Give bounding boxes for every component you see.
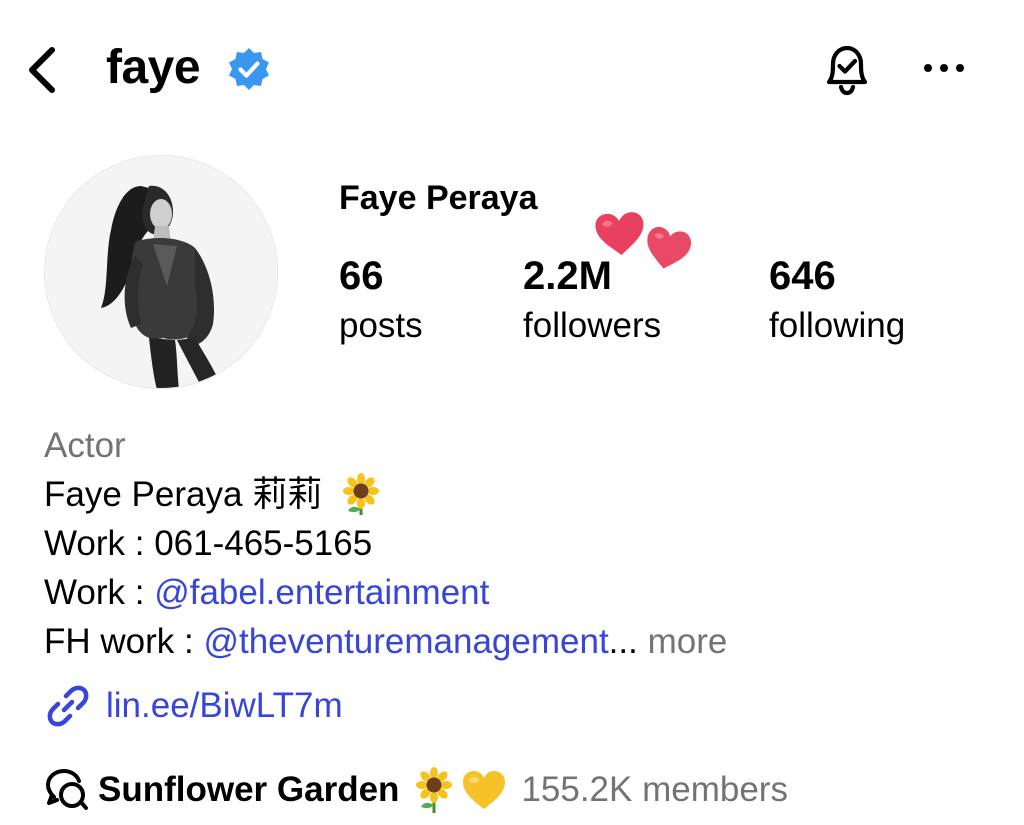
back-button[interactable] — [20, 38, 66, 98]
bio-fh-work-prefix: FH work : — [44, 622, 204, 661]
mention-fabel-entertainment[interactable]: @fabel.entertainment — [154, 573, 489, 612]
following-count-label: following — [769, 306, 906, 345]
bio-link[interactable]: lin.ee/BiwLT7m — [44, 680, 343, 732]
bio-more-button[interactable]: more — [638, 622, 728, 661]
channel-members-count: 155.2K members — [521, 770, 788, 809]
bio-link-text[interactable]: lin.ee/BiwLT7m — [106, 686, 343, 726]
bio-line-phone: Work : 061-465-5165 — [44, 524, 373, 563]
bio-ellipsis: ... — [608, 622, 638, 661]
sunflower-icon — [342, 472, 379, 515]
hearts-sticker-icon — [590, 205, 700, 277]
mention-theventuremanagement[interactable]: @theventuremanagement — [203, 622, 608, 661]
posts-count-value: 66 — [339, 254, 384, 298]
bio-line-fh-work: FH work : @theventuremanagement... more — [44, 618, 727, 666]
chevron-left-icon — [29, 47, 55, 93]
verified-badge-icon — [226, 46, 272, 92]
broadcast-channel-row[interactable]: Sunflower Garden 155.2K members — [44, 762, 788, 818]
channel-emoji-group — [413, 767, 507, 813]
bell-check-icon — [826, 45, 868, 96]
profile-avatar[interactable] — [44, 155, 278, 389]
bio-line-work: Work : @fabel.entertainment — [44, 569, 489, 617]
yellow-heart-icon — [463, 771, 506, 809]
username-title: faye — [106, 41, 201, 94]
followers-count-label: followers — [523, 306, 662, 345]
link-icon — [47, 685, 89, 727]
bio-line-name: Faye Peraya 莉莉 — [44, 471, 382, 519]
more-horizontal-icon — [924, 64, 964, 72]
following-count-value: 646 — [769, 254, 836, 298]
profile-category: Actor — [44, 426, 126, 465]
following-count[interactable]: 646 following — [769, 252, 905, 352]
chat-bubbles-icon — [45, 768, 88, 810]
posts-count-label: posts — [339, 306, 423, 345]
profile-full-name: Faye Peraya — [339, 179, 538, 217]
posts-count[interactable]: 66 posts — [339, 252, 423, 352]
bio-name-text: Faye Peraya 莉莉 — [44, 475, 323, 514]
channel-name: Sunflower Garden — [98, 770, 400, 809]
more-options-button[interactable] — [916, 46, 972, 90]
bio-work-prefix: Work : — [44, 573, 155, 612]
sunflower-icon — [416, 767, 453, 813]
notifications-button[interactable] — [814, 36, 880, 102]
